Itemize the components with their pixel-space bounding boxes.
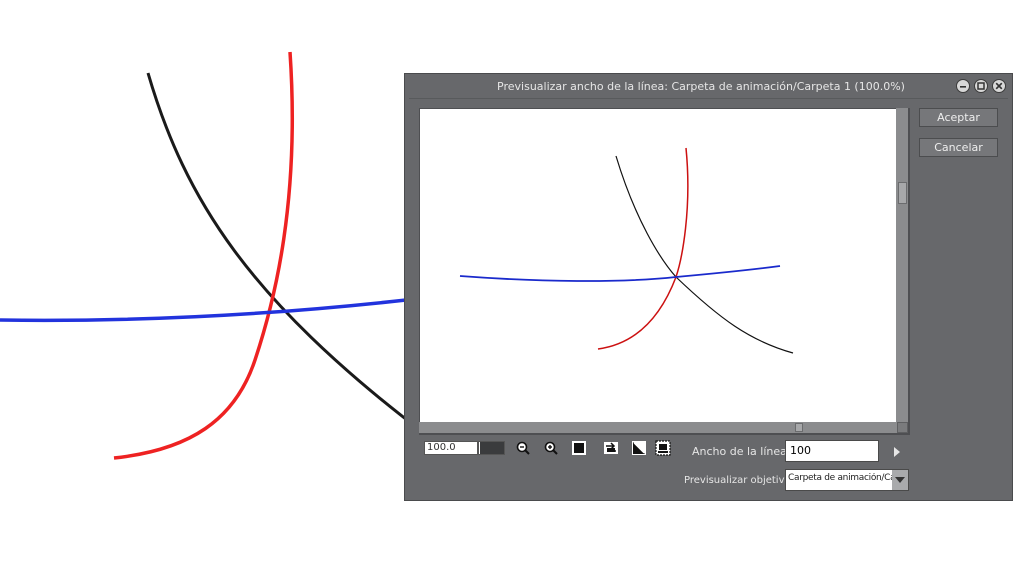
ok-button[interactable]: Aceptar: [919, 108, 998, 127]
line-width-preview-dialog: Previsualizar ancho de la línea: Carpeta…: [404, 73, 1013, 501]
title-separator: [409, 98, 1008, 99]
maximize-button[interactable]: [974, 79, 988, 93]
cancel-button[interactable]: Cancelar: [919, 138, 998, 157]
maximize-icon: [977, 82, 985, 90]
background-black-stroke: [146, 72, 421, 432]
background-blue-stroke: [0, 298, 407, 323]
line-width-label: Ancho de la línea:: [692, 445, 791, 458]
vertical-scrollbar[interactable]: [896, 108, 908, 422]
preview-target-value: Carpeta de animación/Carpeta 1: [788, 473, 893, 483]
zoom-value: 100.0: [427, 442, 456, 453]
preview-blue-stroke: [459, 265, 781, 282]
close-icon: [995, 82, 1003, 90]
vertical-scroll-thumb[interactable]: [898, 182, 907, 204]
background-red-stroke: [113, 51, 295, 460]
line-width-input[interactable]: 100: [785, 440, 879, 462]
rotate-icon[interactable]: [631, 440, 647, 456]
zoom-out-icon[interactable]: [515, 440, 531, 456]
preview-black-stroke: [615, 155, 794, 354]
flip-horizontal-icon[interactable]: [603, 440, 619, 456]
horizontal-scroll-thumb[interactable]: [795, 423, 803, 432]
dialog-titlebar[interactable]: Previsualizar ancho de la línea: Carpeta…: [405, 74, 1012, 98]
zoom-slider[interactable]: 100.0: [424, 441, 505, 455]
dialog-title: Previsualizar ancho de la línea: Carpeta…: [497, 80, 905, 93]
minimize-button[interactable]: [956, 79, 970, 93]
preview-target-label: Previsualizar objetivo:: [684, 475, 794, 486]
fit-to-view-icon[interactable]: [571, 440, 587, 456]
horizontal-scrollbar[interactable]: [419, 422, 897, 433]
line-width-arrow-icon[interactable]: [894, 447, 900, 457]
preview-area: [419, 108, 910, 435]
preview-red-stroke: [597, 147, 689, 350]
minimize-icon: [960, 86, 966, 88]
preview-target-select[interactable]: Carpeta de animación/Carpeta 1: [785, 469, 909, 491]
close-button[interactable]: [992, 79, 1006, 93]
preview-canvas[interactable]: [420, 109, 896, 422]
scrollbar-corner: [897, 422, 908, 433]
zoom-slider-handle[interactable]: [477, 442, 479, 454]
preview-all-icon[interactable]: [655, 440, 671, 456]
chevron-down-icon[interactable]: [892, 470, 908, 490]
zoom-in-icon[interactable]: [543, 440, 559, 456]
